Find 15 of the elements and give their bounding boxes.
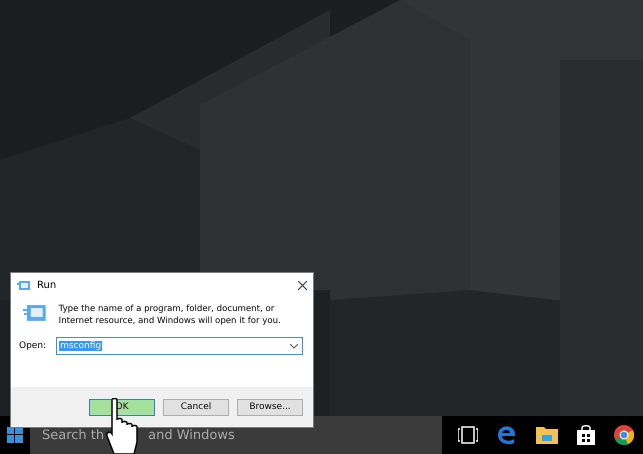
dropdown-caret-icon[interactable] (290, 344, 298, 348)
chrome-icon[interactable] (614, 425, 634, 445)
run-app-icon (17, 280, 31, 290)
folder-icon[interactable] (536, 426, 558, 444)
windows-logo-icon (7, 427, 23, 443)
close-icon[interactable] (298, 280, 307, 290)
instruction-text: Type the name of a program, folder, document, or Internet resource, and Windows will open it for you. (58, 303, 282, 327)
browser-icon[interactable] (496, 425, 516, 445)
dialog-button[interactable]: Cancel (163, 398, 229, 416)
run-app-icon (23, 303, 47, 323)
store-bag-icon[interactable] (576, 425, 594, 445)
dialog-button[interactable]: Browse... (237, 398, 303, 416)
open-label: Open: (19, 341, 46, 351)
task-view-icon[interactable] (458, 426, 478, 444)
window-title: Run (37, 280, 58, 290)
